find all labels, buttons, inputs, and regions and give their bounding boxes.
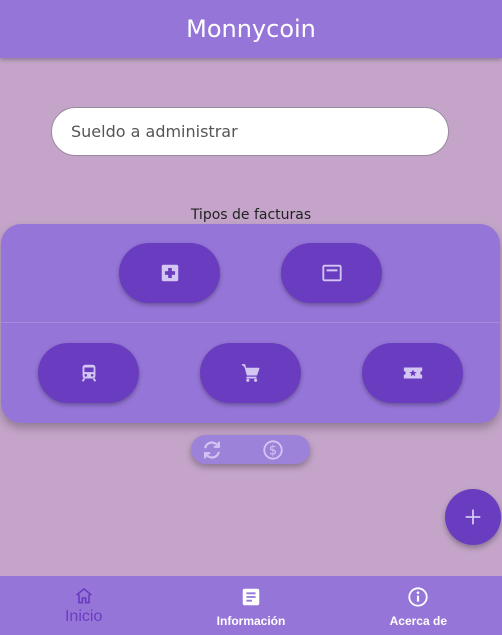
salary-field[interactable] bbox=[51, 107, 449, 156]
svg-text:$: $ bbox=[269, 444, 277, 459]
card-icon bbox=[321, 264, 342, 282]
nav-label-inicio: Inicio bbox=[64, 608, 103, 625]
dollar-circle-icon: $ bbox=[263, 440, 283, 460]
app-bar: Monnycoin bbox=[0, 0, 502, 58]
ticket-star-icon bbox=[403, 367, 422, 379]
train-icon bbox=[81, 364, 96, 382]
article-icon bbox=[242, 588, 260, 606]
sync-icon bbox=[204, 441, 220, 459]
nav-label-acerca: Acerca de bbox=[389, 614, 447, 628]
shopping-invoice-button[interactable] bbox=[200, 343, 301, 403]
bottom-navigation: Inicio Información Acerca de bbox=[0, 576, 502, 635]
card-invoice-button[interactable] bbox=[281, 243, 382, 303]
invoice-types-panel bbox=[1, 224, 500, 423]
medical-plus-icon bbox=[161, 264, 178, 282]
sync-button[interactable] bbox=[199, 437, 225, 463]
nav-item-acerca[interactable]: Acerca de bbox=[335, 576, 502, 635]
nav-item-informacion[interactable]: Información bbox=[167, 576, 334, 635]
home-icon bbox=[75, 587, 92, 604]
plus-icon bbox=[465, 509, 481, 525]
cart-icon bbox=[241, 364, 259, 382]
app-title: Monnycoin bbox=[186, 15, 316, 43]
salary-input[interactable] bbox=[52, 108, 448, 155]
entertainment-invoice-button[interactable] bbox=[362, 343, 463, 403]
medical-invoice-button[interactable] bbox=[119, 243, 220, 303]
info-icon bbox=[408, 587, 428, 607]
add-fab[interactable] bbox=[445, 489, 501, 545]
invoice-types-label: Tipos de facturas bbox=[190, 207, 312, 223]
transport-invoice-button[interactable] bbox=[38, 343, 139, 403]
nav-item-inicio[interactable]: Inicio bbox=[0, 576, 167, 635]
money-button[interactable]: $ bbox=[260, 437, 286, 463]
mode-toggle: $ bbox=[191, 435, 310, 464]
panel-divider bbox=[1, 322, 500, 323]
nav-label-informacion: Información bbox=[216, 614, 286, 628]
